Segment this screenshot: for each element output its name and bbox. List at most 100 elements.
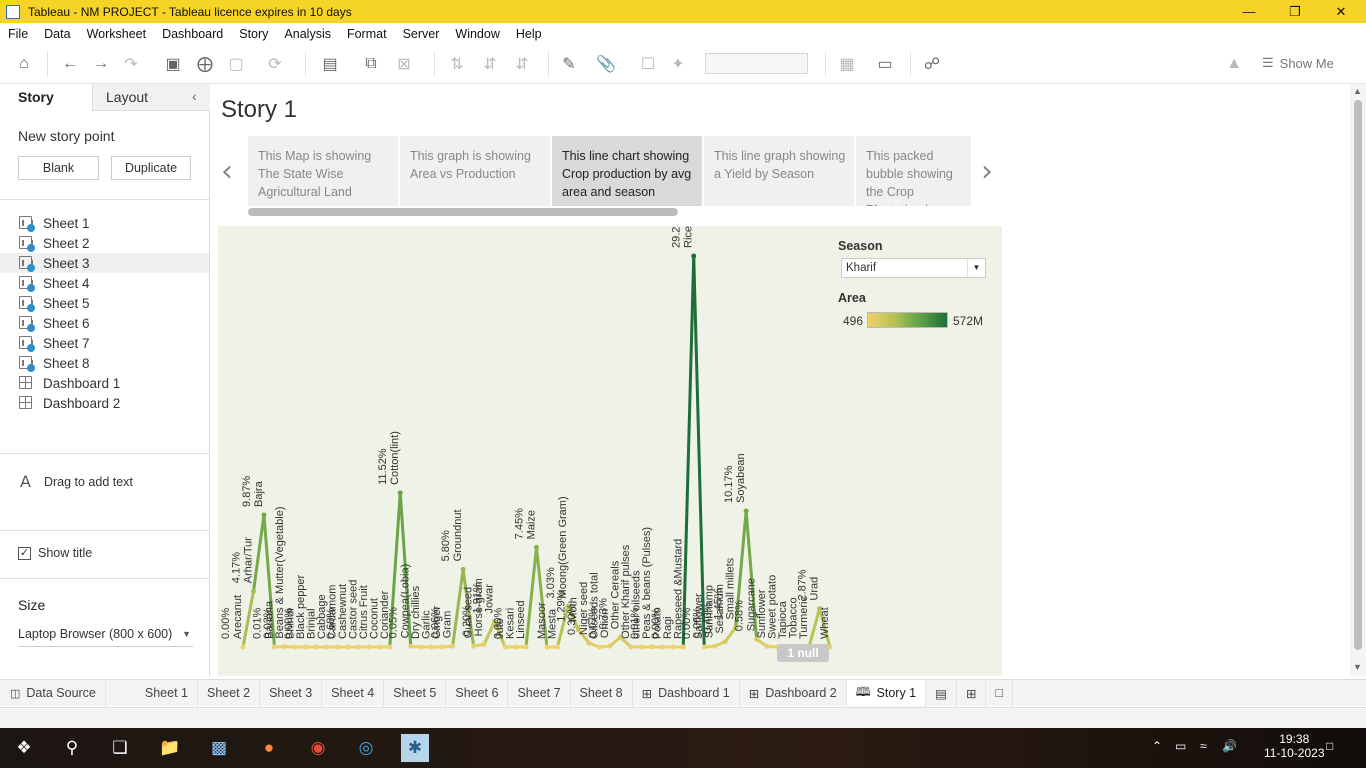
sheet-list-item[interactable]: Sheet 7 bbox=[0, 333, 209, 353]
replay-icon[interactable]: ↷ bbox=[121, 54, 141, 74]
story-point-caption[interactable]: This packed bubble showing the Crop Plan… bbox=[856, 136, 971, 206]
clear-sheet-icon[interactable]: ⊠ bbox=[394, 54, 414, 74]
duplicate-button[interactable]: Duplicate bbox=[111, 156, 191, 180]
firefox-icon[interactable]: ● bbox=[256, 736, 282, 760]
file-explorer-icon[interactable]: 📁 bbox=[157, 736, 183, 760]
fit-select[interactable] bbox=[705, 53, 808, 74]
tab-sheet-3[interactable]: Sheet 3 bbox=[260, 680, 322, 707]
scrollbar-thumb[interactable] bbox=[1354, 100, 1362, 650]
wifi-icon[interactable]: ≈ bbox=[1200, 739, 1207, 779]
menu-file[interactable]: File bbox=[0, 27, 36, 41]
tab-sheet-4[interactable]: Sheet 4 bbox=[322, 680, 384, 707]
tab-sheet-7[interactable]: Sheet 7 bbox=[508, 680, 570, 707]
edge-icon[interactable]: ◎ bbox=[353, 736, 379, 760]
sheet-list-item[interactable]: Sheet 8 bbox=[0, 353, 209, 373]
group-members-icon[interactable]: 📎 bbox=[596, 54, 616, 74]
search-icon[interactable]: ⚲ bbox=[59, 736, 85, 760]
new-data-source-icon[interactable]: ⨁ bbox=[195, 54, 215, 74]
task-view-icon[interactable]: ❏ bbox=[107, 736, 133, 760]
menu-story[interactable]: Story bbox=[231, 27, 276, 41]
line-segment bbox=[809, 609, 819, 647]
sheet-list-item[interactable]: Sheet 1 bbox=[0, 213, 209, 233]
fix-axes-icon[interactable]: ✦ bbox=[668, 54, 688, 74]
new-story-tab-icon[interactable]: □ bbox=[986, 680, 1013, 707]
format-painter-icon[interactable]: ▲ bbox=[1224, 54, 1244, 74]
duplicate-sheet-icon[interactable]: ⧉ bbox=[361, 54, 381, 74]
sort-ascending-icon[interactable]: ⇵ bbox=[480, 54, 500, 74]
share-icon[interactable]: ☍ bbox=[922, 54, 942, 74]
redo-icon[interactable]: → bbox=[91, 54, 111, 74]
pause-updates-icon[interactable]: ▢ bbox=[226, 54, 246, 74]
vertical-scrollbar[interactable]: ▲ ▼ bbox=[1350, 84, 1366, 676]
menu-help[interactable]: Help bbox=[508, 27, 550, 41]
story-point-caption[interactable]: This graph is showing Area vs Production bbox=[400, 136, 550, 206]
restore-button[interactable]: ❐ bbox=[1272, 0, 1318, 23]
menu-worksheet[interactable]: Worksheet bbox=[79, 27, 155, 41]
close-button[interactable]: ✕ bbox=[1318, 0, 1364, 23]
show-hidden-icons-icon[interactable]: ⌃ bbox=[1152, 739, 1162, 779]
caption-scrollbar[interactable] bbox=[248, 208, 678, 216]
tab-dashboard-2[interactable]: ⊞Dashboard 2 bbox=[740, 680, 847, 707]
store-icon[interactable]: ▩ bbox=[206, 736, 232, 760]
category-label: Cotton(lint) bbox=[389, 431, 401, 485]
sheet-list-item[interactable]: Sheet 4 bbox=[0, 273, 209, 293]
new-worksheet-tab-icon[interactable]: ▤ bbox=[926, 680, 957, 707]
tab-sheet-6[interactable]: Sheet 6 bbox=[446, 680, 508, 707]
tab-story[interactable]: Story bbox=[0, 84, 92, 111]
tab-sheet-1[interactable]: Sheet 1 bbox=[136, 680, 198, 707]
scroll-up-icon[interactable]: ▲ bbox=[1353, 86, 1362, 96]
show-title-checkbox[interactable]: ✓ Show title bbox=[18, 546, 92, 560]
menu-format[interactable]: Format bbox=[339, 27, 395, 41]
collapse-pane-icon[interactable]: ‹ bbox=[192, 88, 197, 104]
menu-data[interactable]: Data bbox=[36, 27, 78, 41]
tab-sheet-8[interactable]: Sheet 8 bbox=[571, 680, 633, 707]
tab-data-source[interactable]: ◫Data Source bbox=[0, 680, 106, 707]
new-dashboard-tab-icon[interactable]: ⊞ bbox=[957, 680, 986, 707]
menu-dashboard[interactable]: Dashboard bbox=[154, 27, 231, 41]
previous-story-point-icon[interactable]: ‹ bbox=[221, 154, 233, 189]
volume-icon[interactable]: 🔊 bbox=[1222, 739, 1237, 779]
new-story-point-label: New story point bbox=[18, 128, 114, 144]
sheet-list-item[interactable]: Sheet 6 bbox=[0, 313, 209, 333]
sheet-list-item[interactable]: Dashboard 2 bbox=[0, 393, 209, 413]
blank-button[interactable]: Blank bbox=[18, 156, 99, 180]
swap-rows-columns-icon[interactable]: ⇅ bbox=[447, 54, 467, 74]
sheet-list-item[interactable]: Sheet 3 bbox=[0, 253, 209, 273]
undo-icon[interactable]: ← bbox=[60, 54, 80, 74]
menu-server[interactable]: Server bbox=[395, 27, 448, 41]
menu-analysis[interactable]: Analysis bbox=[276, 27, 339, 41]
story-point-caption[interactable]: This line chart showing Crop production … bbox=[552, 136, 702, 206]
minimize-button[interactable]: — bbox=[1226, 0, 1272, 23]
scroll-down-icon[interactable]: ▼ bbox=[1353, 662, 1362, 672]
windows-start-icon[interactable]: ❖ bbox=[11, 736, 37, 760]
tab-sheet-2[interactable]: Sheet 2 bbox=[198, 680, 260, 707]
story-point-caption[interactable]: This Map is showing The State Wise Agric… bbox=[248, 136, 398, 206]
sort-descending-icon[interactable]: ⇵ bbox=[512, 54, 532, 74]
menu-window[interactable]: Window bbox=[447, 27, 507, 41]
sheet-list-item[interactable]: Dashboard 1 bbox=[0, 373, 209, 393]
clock[interactable]: 19:3811-10-2023 bbox=[1264, 732, 1325, 772]
tab-sheet-5[interactable]: Sheet 5 bbox=[384, 680, 446, 707]
show-mark-labels-icon[interactable]: ☐ bbox=[638, 54, 658, 74]
highlight-icon[interactable]: ✎ bbox=[559, 54, 579, 74]
save-icon[interactable]: ▣ bbox=[163, 54, 183, 74]
sheet-list-item[interactable]: Sheet 5 bbox=[0, 293, 209, 313]
show-cards-icon[interactable]: ▦ bbox=[837, 54, 857, 74]
size-select[interactable]: Laptop Browser (800 x 600) ▼ bbox=[18, 627, 193, 647]
home-icon[interactable]: ⌂ bbox=[14, 54, 34, 74]
tab-story-1[interactable]: 🕮Story 1 bbox=[847, 680, 926, 707]
notifications-icon[interactable]: □ bbox=[1326, 739, 1333, 779]
battery-icon[interactable]: ▭ bbox=[1175, 739, 1186, 779]
chrome-icon[interactable]: ◉ bbox=[305, 736, 331, 760]
next-story-point-icon[interactable]: › bbox=[981, 154, 993, 189]
show-me-button[interactable]: ☰ Show Me bbox=[1262, 55, 1334, 71]
drag-to-add-text[interactable]: A Drag to add text bbox=[20, 472, 133, 491]
story-point-caption[interactable]: This line graph showing a Yield by Seaso… bbox=[704, 136, 854, 206]
season-filter-select[interactable]: Kharif ▼ bbox=[841, 258, 986, 278]
sheet-list-item[interactable]: Sheet 2 bbox=[0, 233, 209, 253]
tab-dashboard-1[interactable]: ⊞Dashboard 1 bbox=[633, 680, 740, 707]
tableau-taskbar-icon[interactable]: ✱ bbox=[401, 734, 429, 762]
new-worksheet-icon[interactable]: ▤ bbox=[320, 54, 340, 74]
refresh-icon[interactable]: ⟳ bbox=[265, 54, 285, 74]
presentation-mode-icon[interactable]: ▭ bbox=[875, 54, 895, 74]
